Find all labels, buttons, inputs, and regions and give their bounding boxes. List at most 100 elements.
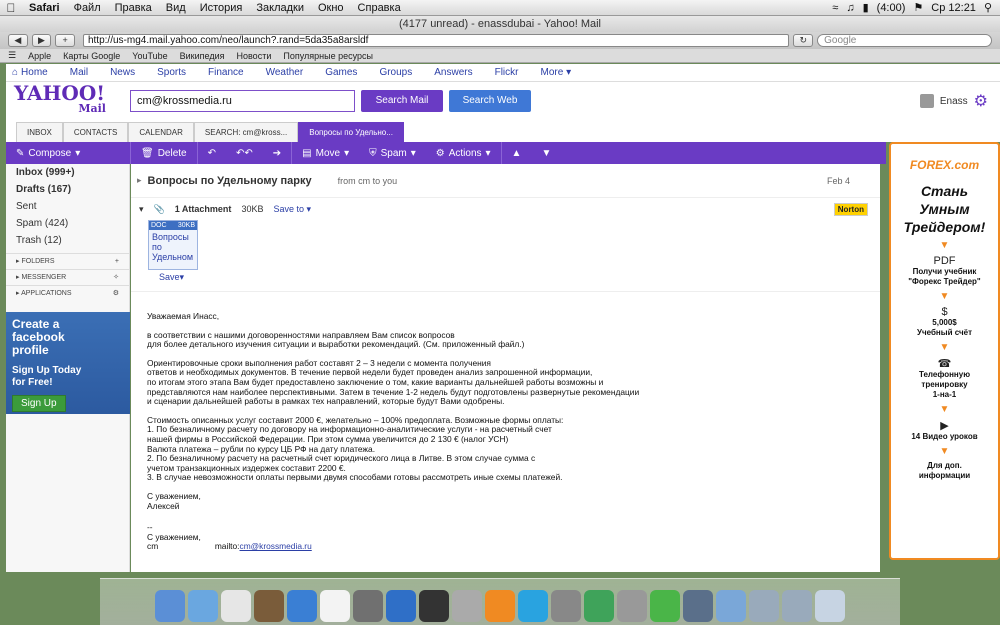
menu-history[interactable]: История [193,2,250,14]
dock-app-icon[interactable] [716,590,746,622]
dock-app-icon[interactable] [188,590,218,622]
nav-more[interactable]: More ▾ [529,67,582,78]
nav-sports[interactable]: Sports [146,67,197,78]
actions-button[interactable]: ⚙ Actions ▾ [426,148,501,159]
nav-weather[interactable]: Weather [255,67,315,78]
dock-app-icon[interactable] [782,590,812,622]
menu-view[interactable]: Вид [159,2,193,14]
bookmark-google-maps[interactable]: Карты Google [63,51,120,61]
move-button[interactable]: ▤ Move ▾ [292,148,359,159]
gear-icon[interactable]: ⚙ [113,289,119,298]
tab-search[interactable]: SEARCH: cm@kross... [193,122,299,142]
yahoo-logo[interactable]: YAHOO! Mail [6,83,126,117]
bookmark-news[interactable]: Новости [237,51,272,61]
sidebar-section-messenger[interactable]: ▸ MESSENGER ✧ [6,269,129,285]
clock[interactable]: Ср 12:21 [931,2,976,14]
compose-button[interactable]: ✎ Compose ▾ [6,148,130,159]
dock-app-icon[interactable] [518,590,548,622]
message-header[interactable]: ▸ Вопросы по Удельному парку from cm to … [131,164,880,198]
dock-app-icon[interactable] [287,590,317,622]
previous-message-button[interactable]: ▲ [502,148,532,159]
tab-contacts[interactable]: CONTACTS [62,122,129,142]
save-to-link[interactable]: Save to ▾ [273,204,311,215]
gear-icon[interactable]: ⚙ [974,91,988,111]
apple-icon[interactable]:  [0,1,22,15]
new-tab-button[interactable]: + [55,34,75,47]
nav-mail[interactable]: Mail [59,67,99,78]
nav-news[interactable]: News [99,67,146,78]
forward-button-mail[interactable]: ➔ [263,148,291,159]
dock-app-icon[interactable] [386,590,416,622]
dock-app-icon[interactable] [551,590,581,622]
sidebar-item-sent[interactable]: Sent [6,198,129,215]
dock-app-icon[interactable] [353,590,383,622]
dock-app-icon[interactable] [584,590,614,622]
spam-button[interactable]: ⛨ Spam ▾ [359,148,426,159]
sidebar-section-applications[interactable]: ▸ APPLICATIONS ⚙ [6,285,129,301]
sidebar-item-trash[interactable]: Trash (12) [6,232,129,249]
tab-message[interactable]: Вопросы по Удельно... [298,122,404,142]
chevron-down-icon[interactable]: ▾ [139,204,144,215]
back-button[interactable]: ◀ [8,34,28,47]
dock-app-icon[interactable] [815,590,845,622]
dock-app-icon[interactable] [650,590,680,622]
nav-games[interactable]: Games [314,67,368,78]
sidebar-item-spam[interactable]: Spam (424) [6,215,129,232]
delete-button[interactable]: 🗑 Delete [131,148,197,159]
sidebar-item-drafts[interactable]: Drafts (167) [6,181,129,198]
dock-app-icon[interactable] [254,590,284,622]
menu-help[interactable]: Справка [351,2,408,14]
chevron-right-icon[interactable]: ▸ [137,175,142,186]
fbad-signup-button[interactable]: Sign Up [12,395,66,412]
dock-app-icon[interactable] [452,590,482,622]
address-bar[interactable]: http://us-mg4.mail.yahoo.com/neo/launch?… [82,34,790,47]
next-message-button[interactable]: ▼ [531,148,561,159]
nav-finance[interactable]: Finance [197,67,255,78]
volume-icon[interactable]: ♫ [846,2,854,14]
bookmark-popular[interactable]: Популярные ресурсы [283,51,373,61]
forex-ad[interactable]: FOREX.com Стань Умным Трейдером! ▼ PDF П… [889,142,1000,560]
menu-window[interactable]: Окно [311,2,351,14]
bookmarks-book-icon[interactable]: ☰ [8,50,16,61]
nav-home[interactable]: ⌂ Home [6,67,59,78]
reload-button[interactable]: ↻ [793,34,814,47]
battery-icon[interactable]: ▮ [863,1,869,14]
reply-button[interactable]: ↶ [198,148,226,159]
dock-app-icon[interactable] [221,590,251,622]
messenger-icon[interactable]: ✧ [113,273,119,282]
search-web-button[interactable]: Search Web [449,90,531,112]
mail-search-input[interactable]: cm@krossmedia.ru [130,90,355,112]
nav-groups[interactable]: Groups [368,67,423,78]
facebook-ad[interactable]: Create a facebook profile Sign Up Today … [6,312,130,414]
signature-email-link[interactable]: cm@krossmedia.ru [240,541,312,551]
forward-button[interactable]: ▶ [31,34,52,47]
tab-calendar[interactable]: CALENDAR [128,122,194,142]
bookmark-youtube[interactable]: YouTube [132,51,167,61]
menu-app[interactable]: Safari [22,2,67,14]
nav-answers[interactable]: Answers [423,67,483,78]
flag-icon[interactable]: ⚑ [913,1,923,14]
reply-all-button[interactable]: ↶↶ [226,148,263,159]
sidebar-section-folders[interactable]: ▸ FOLDERS + [6,253,129,269]
search-mail-button[interactable]: Search Mail [361,90,443,112]
menu-bookmarks[interactable]: Закладки [249,2,311,14]
attachment-card[interactable]: DOC 30KB Вопросы по Удельном [148,220,198,270]
user-menu[interactable]: Enass ⚙ [919,91,1000,111]
plus-icon[interactable]: + [115,257,119,266]
tab-inbox[interactable]: INBOX [16,122,63,142]
menu-edit[interactable]: Правка [108,2,159,14]
dock-app-icon[interactable] [419,590,449,622]
nav-flickr[interactable]: Flickr [484,67,530,78]
dock-app-icon[interactable] [749,590,779,622]
attachment-save-link[interactable]: Save▾ [159,272,880,283]
bookmark-wikipedia[interactable]: Википедия [180,51,225,61]
dock-app-icon[interactable] [155,590,185,622]
google-search-field[interactable]: Google [817,34,992,47]
dock-app-icon[interactable] [617,590,647,622]
bookmark-apple[interactable]: Apple [28,51,51,61]
dock-app-icon[interactable] [485,590,515,622]
sidebar-item-inbox[interactable]: Inbox (999+) [6,164,129,181]
dock-app-icon[interactable] [683,590,713,622]
spotlight-icon[interactable]: ⚲ [984,1,992,14]
wifi-icon[interactable]: ≈ [832,2,838,14]
